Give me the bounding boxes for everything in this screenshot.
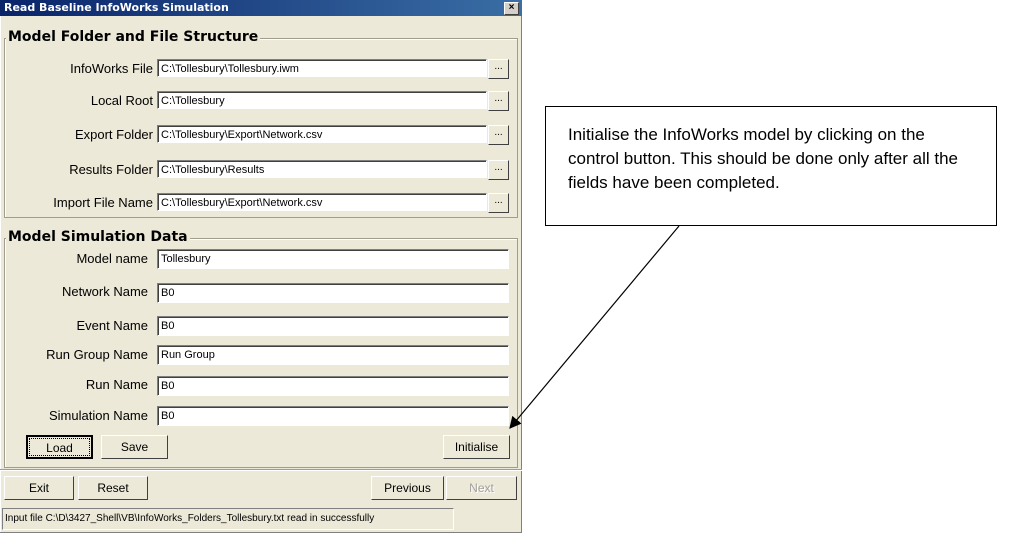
local-root-input[interactable]: C:\Tollesbury [157, 91, 487, 109]
window-title: Read Baseline InfoWorks Simulation [4, 1, 229, 14]
reset-button[interactable]: Reset [78, 476, 148, 500]
previous-button[interactable]: Previous [371, 476, 444, 500]
save-button[interactable]: Save [101, 435, 168, 459]
initialise-button[interactable]: Initialise [443, 435, 510, 459]
infoworks-file-browse-button[interactable]: ... [488, 59, 509, 79]
footer-separator [0, 469, 522, 471]
import-file-name-browse-button[interactable]: ... [488, 193, 509, 213]
simulation-name-input[interactable]: B0 [157, 406, 509, 426]
import-file-name-label: Import File Name [53, 195, 153, 210]
local-root-label: Local Root [90, 93, 153, 108]
infoworks-file-label: InfoWorks File [70, 61, 153, 76]
event-name-input[interactable]: B0 [157, 316, 509, 336]
run-group-name-input[interactable]: Run Group [157, 345, 509, 365]
load-button[interactable]: Load [26, 435, 93, 459]
exit-button[interactable]: Exit [4, 476, 74, 500]
status-bar: Input file C:\D\3427_Shell\VB\InfoWorks_… [2, 508, 454, 530]
export-folder-label: Export Folder [74, 127, 153, 142]
network-name-label: Network Name [62, 284, 148, 299]
export-folder-input[interactable]: C:\Tollesbury\Export\Network.csv [157, 125, 487, 143]
run-name-input[interactable]: B0 [157, 376, 509, 396]
run-name-label: Run Name [85, 377, 148, 392]
model-folder-legend: Model Folder and File Structure [6, 29, 261, 45]
model-name-input[interactable]: Tollesbury [157, 249, 509, 269]
close-icon[interactable]: × [504, 2, 519, 15]
results-folder-input[interactable]: C:\Tollesbury\Results [157, 160, 487, 178]
infoworks-file-input[interactable]: C:\Tollesbury\Tollesbury.iwm [157, 59, 487, 77]
event-name-label: Event Name [76, 318, 148, 333]
read-baseline-dialog: Read Baseline InfoWorks Simulation × Mod… [0, 0, 522, 533]
model-simulation-legend: Model Simulation Data [6, 229, 190, 245]
import-file-name-input[interactable]: C:\Tollesbury\Export\Network.csv [157, 193, 487, 211]
export-folder-browse-button[interactable]: ... [488, 125, 509, 145]
local-root-browse-button[interactable]: ... [488, 91, 509, 111]
network-name-input[interactable]: B0 [157, 283, 509, 303]
model-name-label: Model name [76, 251, 148, 266]
run-group-name-label: Run Group Name [46, 347, 148, 362]
next-button[interactable]: Next [446, 476, 517, 500]
simulation-name-label: Simulation Name [49, 408, 148, 423]
title-bar[interactable]: Read Baseline InfoWorks Simulation × [0, 0, 522, 16]
results-folder-browse-button[interactable]: ... [488, 160, 509, 180]
results-folder-label: Results Folder [69, 162, 153, 177]
annotation-callout: Initialise the InfoWorks model by clicki… [545, 106, 997, 226]
